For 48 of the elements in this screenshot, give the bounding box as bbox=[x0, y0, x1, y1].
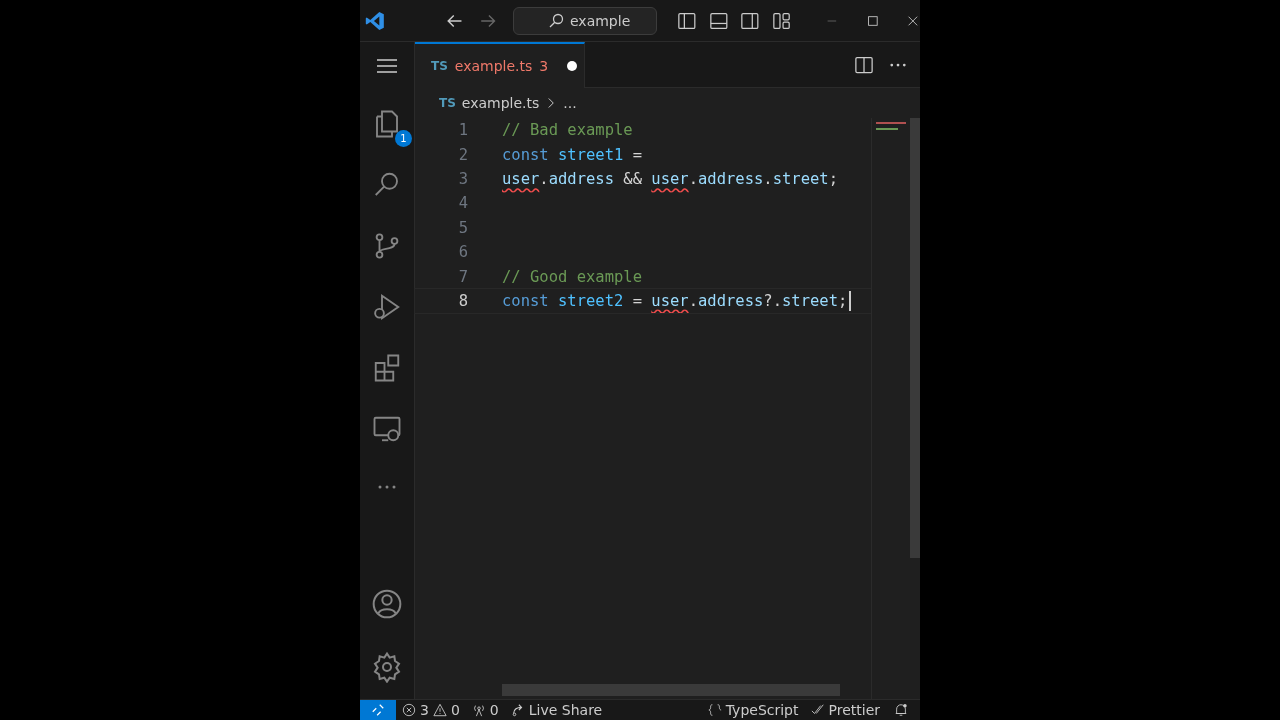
line-number: 8 bbox=[457, 291, 468, 310]
code-line: // Good example bbox=[502, 267, 642, 286]
toggle-panel-icon[interactable] bbox=[708, 10, 729, 31]
customize-layout-icon[interactable] bbox=[772, 10, 792, 31]
breadcrumb-item[interactable]: ... bbox=[563, 95, 577, 111]
line-number: 2 bbox=[457, 145, 468, 164]
share-arrow-icon bbox=[510, 703, 525, 717]
maximize-icon[interactable] bbox=[865, 13, 880, 28]
scrollbar-thumb[interactable] bbox=[910, 118, 920, 558]
remote-button[interactable] bbox=[360, 700, 396, 720]
notification-badge: 1 bbox=[395, 130, 412, 147]
toggle-secondary-sidebar-icon[interactable] bbox=[740, 10, 761, 31]
code-line: const street1 = bbox=[502, 145, 642, 164]
breadcrumb-item[interactable]: example.ts bbox=[461, 95, 540, 111]
run-debug-icon[interactable] bbox=[372, 292, 402, 322]
error-icon bbox=[402, 703, 416, 717]
line-number: 4 bbox=[457, 194, 468, 213]
notification-bell-icon[interactable] bbox=[894, 703, 908, 717]
live-share-button[interactable]: Live Share bbox=[504, 702, 609, 718]
line-number: 1 bbox=[457, 121, 468, 140]
line-number: 5 bbox=[457, 218, 468, 237]
formatter-button[interactable]: Prettier bbox=[804, 702, 886, 718]
editor-tab[interactable]: TS example.ts 3 bbox=[415, 41, 585, 88]
toggle-primary-sidebar-icon[interactable] bbox=[677, 10, 697, 31]
split-editor-icon[interactable] bbox=[854, 54, 874, 75]
command-search-field[interactable]: example bbox=[513, 6, 658, 35]
code-line: // Bad example bbox=[502, 121, 633, 140]
search-icon bbox=[548, 12, 564, 29]
scrollbar-thumb[interactable] bbox=[502, 684, 840, 696]
braces-icon bbox=[707, 703, 722, 717]
line-number: 7 bbox=[457, 267, 468, 286]
line-number: 6 bbox=[457, 243, 468, 262]
warning-icon bbox=[432, 703, 447, 717]
antenna-icon bbox=[471, 703, 486, 717]
app-logo-icon bbox=[364, 9, 386, 32]
problems-status[interactable]: 3 0 bbox=[396, 702, 466, 718]
settings-icon[interactable] bbox=[371, 651, 403, 683]
code-line: const street2 = user.address?.street; bbox=[502, 290, 852, 311]
typescript-file-icon: TS bbox=[439, 96, 456, 110]
double-check-icon bbox=[810, 703, 825, 717]
code-line: user.address && user.address.street; bbox=[502, 169, 838, 188]
extensions-icon[interactable] bbox=[372, 353, 402, 383]
ports-status[interactable]: 0 bbox=[465, 702, 505, 718]
account-icon[interactable] bbox=[371, 588, 403, 620]
line-number: 3 bbox=[457, 169, 468, 188]
remote-explorer-icon[interactable] bbox=[372, 414, 402, 444]
language-mode-button[interactable]: TypeScript bbox=[701, 702, 805, 718]
remote-icon bbox=[371, 703, 385, 717]
